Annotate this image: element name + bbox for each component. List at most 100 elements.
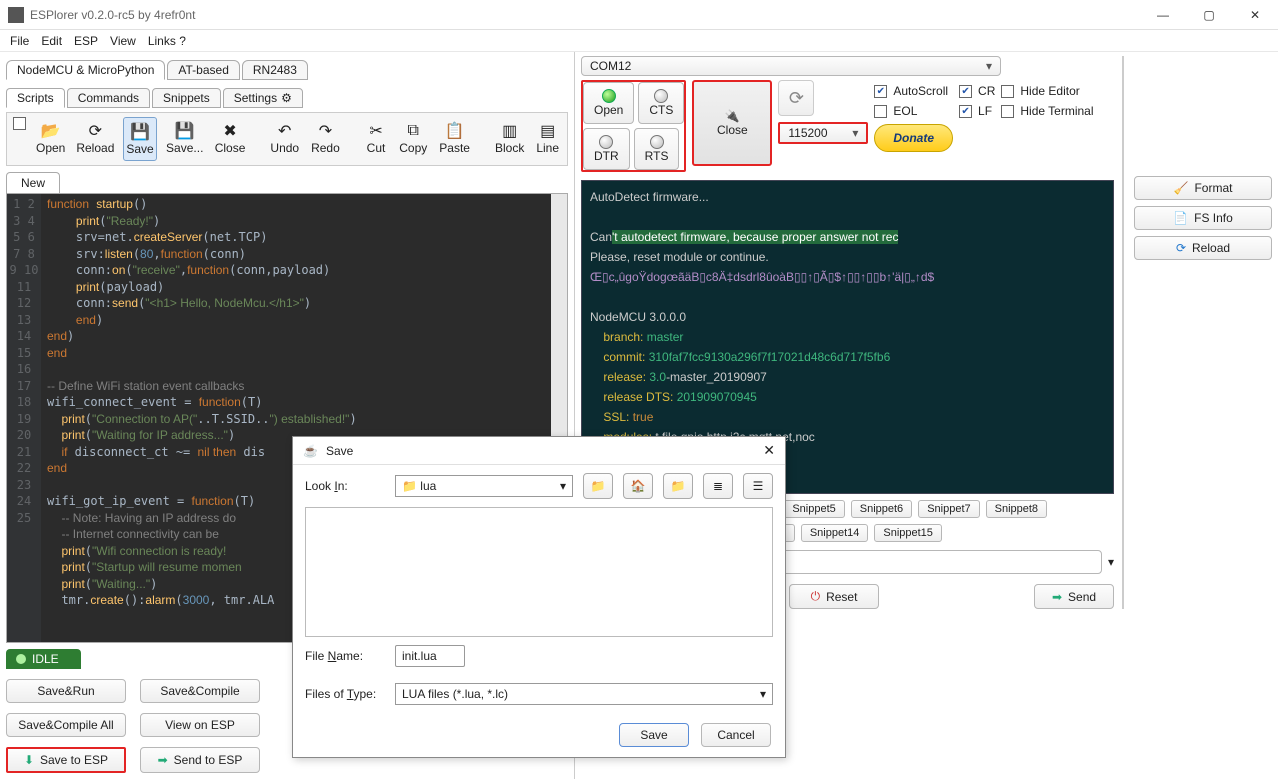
tb-block[interactable]: ▥Block <box>493 117 526 159</box>
tab-nodemcu[interactable]: NodeMCU & MicroPython <box>6 60 165 80</box>
menu-file[interactable]: File <box>10 34 29 48</box>
tb-paste[interactable]: 📋Paste <box>437 117 472 159</box>
details-icon: ☰ <box>753 479 764 493</box>
dialog-save-button[interactable]: Save <box>619 723 689 747</box>
copy-icon: ⧉ <box>403 121 423 141</box>
tab-scripts[interactable]: Scripts <box>6 88 65 108</box>
chk-autoscroll[interactable]: ✔ <box>874 85 887 98</box>
main-tabs: NodeMCU & MicroPython AT-based RN2483 <box>6 60 568 80</box>
newfolder-icon: 📁 <box>671 479 686 493</box>
minimize-button[interactable]: — <box>1140 0 1186 30</box>
close-window-button[interactable]: ✕ <box>1232 0 1278 30</box>
tb-save[interactable]: 💾Save <box>123 117 156 161</box>
chevron-down-icon[interactable]: ▾ <box>1108 555 1114 569</box>
filetype-value: LUA files (*.lua, *.lc) <box>402 687 508 701</box>
tb-line[interactable]: ▤Line <box>534 117 561 159</box>
line-icon: ▤ <box>538 121 558 141</box>
btn-dtr[interactable]: DTR <box>583 128 630 170</box>
lookin-value: lua <box>420 479 436 493</box>
btn-open-port[interactable]: Open <box>583 82 634 124</box>
btn-refresh-ports[interactable]: ⟳ <box>778 80 814 116</box>
list-icon: ≣ <box>713 479 723 493</box>
btn-cts[interactable]: CTS <box>638 82 684 124</box>
tb-cut[interactable]: ✂Cut <box>363 117 389 159</box>
baud-value: 115200 <box>788 126 827 140</box>
filename-value: init.lua <box>402 649 437 663</box>
menu-edit[interactable]: Edit <box>41 34 62 48</box>
send-to-esp-icon: ➡ <box>158 753 168 767</box>
dialog-titlebar: ☕ Save ✕ <box>293 437 785 465</box>
chk-cr[interactable]: ✔ <box>959 85 972 98</box>
port-select[interactable]: COM12 ▾ <box>581 56 1001 76</box>
btn-list-view[interactable]: ≣ <box>703 473 733 499</box>
tb-copy[interactable]: ⧉Copy <box>397 117 429 159</box>
led-icon <box>599 135 613 149</box>
btn-send[interactable]: ➡Send <box>1034 584 1114 609</box>
btn-close-port[interactable]: 🔌 Close <box>692 80 772 166</box>
btn-view-on-esp[interactable]: View on ESP <box>140 713 260 737</box>
tb-redo[interactable]: ↷Redo <box>309 117 342 159</box>
led-icon <box>650 135 664 149</box>
tb-undo[interactable]: ↶Undo <box>268 117 301 159</box>
gutter: 1 2 3 4 5 6 7 8 9 10 11 12 13 14 15 16 1… <box>7 194 41 642</box>
snippet15[interactable]: Snippet15 <box>874 524 942 542</box>
baud-select[interactable]: 115200 ▾ <box>778 122 868 144</box>
status-text: IDLE <box>32 652 59 666</box>
file-tab-new[interactable]: New <box>6 172 60 193</box>
gear-icon: ⚙ <box>281 91 292 105</box>
tb-reload[interactable]: ⟳Reload <box>75 117 115 159</box>
snippet7[interactable]: Snippet7 <box>918 500 979 518</box>
lookin-select[interactable]: 📁 lua ▾ <box>395 475 573 497</box>
snippet14[interactable]: Snippet14 <box>801 524 869 542</box>
btn-rts[interactable]: RTS <box>634 128 680 170</box>
btn-format[interactable]: 🧹Format <box>1134 176 1272 200</box>
btn-save-run[interactable]: Save&Run <box>6 679 126 703</box>
tab-atbased[interactable]: AT-based <box>167 60 239 80</box>
btn-send-to-esp[interactable]: ➡Send to ESP <box>140 747 260 773</box>
tab-snippets[interactable]: Snippets <box>152 88 221 108</box>
chk-eol[interactable] <box>874 105 887 118</box>
filetype-select[interactable]: LUA files (*.lua, *.lc) ▾ <box>395 683 773 705</box>
menu-esp[interactable]: ESP <box>74 34 98 48</box>
snippet8[interactable]: Snippet8 <box>986 500 1047 518</box>
file-browser[interactable] <box>305 507 773 637</box>
btn-up-folder[interactable]: 📁 <box>583 473 613 499</box>
btn-save-compile[interactable]: Save&Compile <box>140 679 260 703</box>
btn-donate[interactable]: Donate <box>874 124 953 152</box>
tb-close[interactable]: ✖Close <box>213 117 248 159</box>
btn-fsinfo[interactable]: 📄FS Info <box>1134 206 1272 230</box>
close-icon: ✖ <box>220 121 240 141</box>
chk-hideeditor[interactable] <box>1001 85 1014 98</box>
tb-saveas[interactable]: 💾Save... <box>165 117 205 159</box>
block-icon: ▥ <box>500 121 520 141</box>
dialog-close-button[interactable]: ✕ <box>763 442 775 459</box>
redo-icon: ↷ <box>315 121 335 141</box>
filename-input[interactable]: init.lua <box>395 645 465 667</box>
status-led-icon <box>16 654 26 664</box>
btn-reset[interactable]: ⏻Reset <box>789 584 879 609</box>
snippet6[interactable]: Snippet6 <box>851 500 912 518</box>
led-icon <box>654 89 668 103</box>
btn-home[interactable]: 🏠 <box>623 473 653 499</box>
btn-save-to-esp[interactable]: ⬇Save to ESP <box>6 747 126 773</box>
send-icon: ➡ <box>1052 590 1062 604</box>
dialog-cancel-button[interactable]: Cancel <box>701 723 771 747</box>
maximize-button[interactable]: ▢ <box>1186 0 1232 30</box>
chk-hideterminal[interactable] <box>1001 105 1014 118</box>
tab-rn2483[interactable]: RN2483 <box>242 60 308 80</box>
menu-links[interactable]: Links ? <box>148 34 186 48</box>
tab-settings[interactable]: Settings⚙ <box>223 88 303 108</box>
tab-commands[interactable]: Commands <box>67 88 150 108</box>
btn-fs-reload[interactable]: ⟳Reload <box>1134 236 1272 260</box>
lbl-filetype: Files of Type: <box>305 687 385 701</box>
tb-open[interactable]: 📂Open <box>34 117 67 159</box>
btn-save-compile-all[interactable]: Save&Compile All <box>6 713 126 737</box>
chk-lf[interactable]: ✔ <box>959 105 972 118</box>
menu-view[interactable]: View <box>110 34 136 48</box>
toolbar-checkbox[interactable] <box>13 117 26 130</box>
btn-new-folder[interactable]: 📁 <box>663 473 693 499</box>
sub-tabs: Scripts Commands Snippets Settings⚙ <box>6 88 568 108</box>
btn-details-view[interactable]: ☰ <box>743 473 773 499</box>
chevron-down-icon: ▾ <box>986 59 992 73</box>
snippet5[interactable]: Snippet5 <box>783 500 844 518</box>
